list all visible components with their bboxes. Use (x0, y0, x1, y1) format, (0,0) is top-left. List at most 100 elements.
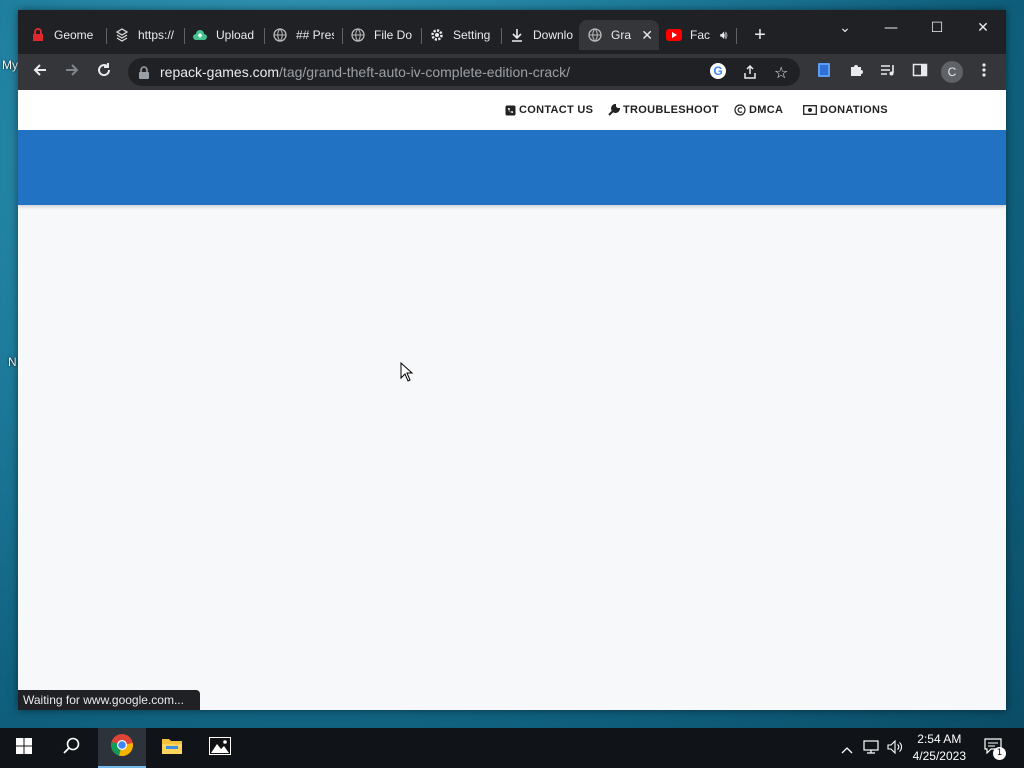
chrome-icon (110, 733, 134, 761)
kebab-menu-icon (982, 62, 986, 82)
tab-title: Fac (690, 28, 711, 42)
gear-icon (429, 27, 445, 43)
taskbar-chrome[interactable] (98, 728, 146, 768)
search-icon (63, 737, 81, 759)
nav-troubleshoot[interactable]: TROUBLESHOOT (608, 104, 719, 116)
folder-icon (161, 737, 183, 759)
puzzle-icon (848, 62, 864, 82)
nav-contact-us[interactable]: CONTACT US (504, 104, 593, 116)
forward-button[interactable] (60, 60, 84, 84)
tab-9[interactable]: Fac 🔊︎ (666, 20, 732, 50)
maximize-icon: ☐ (930, 20, 944, 36)
profile-avatar-button[interactable]: C (940, 60, 964, 84)
forward-arrow-icon (64, 62, 80, 82)
tab-5[interactable]: File Do (350, 20, 414, 50)
chevron-up-icon (841, 739, 853, 758)
tab-4[interactable]: ## Pres (272, 20, 334, 50)
desktop-icon-label: My (2, 58, 18, 72)
tab-strip: Geome https:// Upload ## Pres File Do Se… (18, 10, 1006, 54)
close-icon: ✕ (977, 20, 989, 36)
tab-3[interactable]: Upload (192, 20, 260, 50)
cloud-upload-icon (192, 27, 208, 43)
browser-toolbar: repack-games.com/tag/grand-theft-auto-iv… (18, 54, 1006, 90)
start-button[interactable] (0, 728, 48, 768)
show-hidden-icons-button[interactable] (838, 728, 856, 768)
money-icon (802, 104, 817, 116)
tab-2[interactable]: https:// (114, 20, 180, 50)
tab-title: Setting (453, 28, 491, 42)
taskbar-file-explorer[interactable] (148, 728, 196, 768)
address-bar[interactable]: repack-games.com/tag/grand-theft-auto-iv… (128, 58, 800, 86)
chevron-down-icon: ⌄ (839, 20, 851, 36)
extension-button[interactable] (812, 60, 836, 84)
tab-title: Downlo (533, 28, 573, 42)
top-navigation: CONTACT US TROUBLESHOOT DMCA DONATIONS (18, 90, 1006, 130)
close-tab-icon[interactable]: ✕ (641, 27, 653, 44)
playlist-music-icon (880, 62, 896, 82)
nav-label: DONATIONS (820, 104, 888, 116)
globe-icon (350, 27, 366, 43)
clock[interactable]: 2:54 AM 4/25/2023 (913, 731, 966, 765)
share-icon[interactable] (742, 64, 758, 84)
lock-icon (138, 65, 150, 84)
reload-icon (96, 62, 112, 82)
tab-6[interactable]: Setting (429, 20, 493, 50)
reload-button[interactable] (92, 60, 116, 84)
network-button[interactable] (860, 728, 882, 768)
extensions-button[interactable] (844, 60, 868, 84)
notification-count-badge: 1 (993, 747, 1006, 760)
windows-logo-icon (16, 738, 32, 758)
nav-label: TROUBLESHOOT (623, 104, 719, 116)
maximize-button[interactable]: ☐ (914, 14, 960, 42)
media-controls-button[interactable] (876, 60, 900, 84)
close-window-button[interactable]: ✕ (960, 14, 1006, 42)
tab-title: File Do (374, 28, 413, 42)
tab-title: Geome (54, 28, 94, 42)
download-icon (509, 27, 525, 43)
menu-button[interactable] (972, 60, 996, 84)
bookmark-star-icon[interactable]: ☆ (774, 63, 788, 82)
side-panel-button[interactable] (908, 60, 932, 84)
phone-icon (504, 104, 516, 116)
tab-8-active[interactable]: Gra ✕ (579, 20, 659, 50)
avatar: C (941, 61, 963, 83)
desktop-icon-label: N (8, 355, 17, 369)
network-icon (863, 739, 879, 758)
taskbar-photos[interactable] (196, 728, 244, 768)
volume-button[interactable] (884, 728, 906, 768)
clock-date: 4/25/2023 (912, 749, 966, 763)
side-panel-icon (912, 62, 928, 82)
speaker-icon[interactable]: 🔊︎ (720, 28, 728, 43)
search-button[interactable] (48, 728, 96, 768)
tab-1[interactable]: Geome (30, 20, 108, 50)
red-lock-icon (30, 27, 46, 43)
new-tab-button[interactable]: + (750, 20, 770, 50)
site-header-banner (18, 130, 1006, 205)
minimize-button[interactable]: — (868, 14, 914, 42)
photos-icon (209, 737, 231, 759)
tab-title: https:// (138, 28, 175, 42)
extension-app-icon (817, 62, 831, 82)
globe-icon (587, 27, 603, 43)
google-icon[interactable]: G (710, 63, 726, 79)
taskbar: 2:54 AM 4/25/2023 1 (0, 728, 1024, 768)
tab-title: Gra (611, 28, 632, 42)
tab-7[interactable]: Downlo (509, 20, 573, 50)
back-button[interactable] (28, 60, 52, 84)
stack-icon (114, 27, 130, 43)
youtube-icon (666, 27, 682, 43)
tab-search-button[interactable]: ⌄ (822, 14, 868, 42)
plus-icon: + (754, 23, 766, 46)
nav-dmca[interactable]: DMCA (734, 104, 783, 116)
browser-window: Geome https:// Upload ## Pres File Do Se… (18, 10, 1006, 710)
url-host: repack-games.com (160, 64, 280, 80)
status-bubble: Waiting for www.google.com... (18, 690, 200, 710)
copyright-icon (734, 104, 746, 116)
wrench-icon (608, 104, 620, 116)
nav-label: DMCA (749, 104, 784, 116)
back-arrow-icon (32, 62, 48, 82)
page-content: CONTACT US TROUBLESHOOT DMCA DONATIONS W… (18, 90, 1006, 710)
nav-donations[interactable]: DONATIONS (802, 104, 888, 116)
globe-icon (272, 27, 288, 43)
url-path: /tag/grand-theft-auto-iv-complete-editio… (279, 64, 571, 80)
